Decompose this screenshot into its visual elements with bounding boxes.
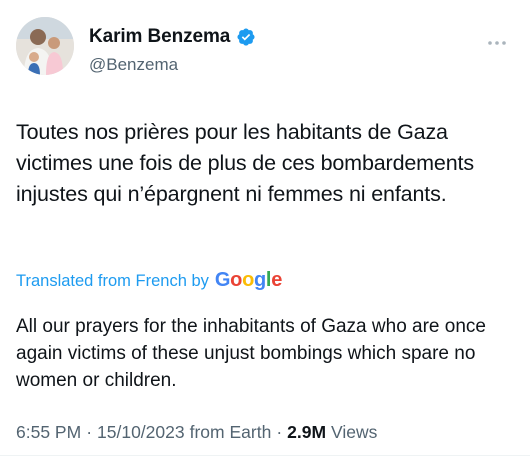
avatar[interactable] [16,17,74,75]
author-handle[interactable]: @Benzema [89,55,178,75]
divider [0,455,530,456]
verified-badge-icon [236,27,256,47]
author-name-row[interactable]: Karim Benzema [89,26,256,48]
separator: · [86,422,93,442]
author-display-name[interactable]: Karim Benzema [89,26,230,48]
translated-text: All our prayers for the inhabitants of G… [16,316,486,391]
tweet-date[interactable]: 15/10/2023 [97,422,185,443]
google-logo: Google [214,269,283,291]
tweet-card: Karim Benzema @Benzema Toutes nos prière… [0,0,530,458]
views-label: Views [331,422,378,442]
tweet-text: Toutes nos prières pour les habitants de… [16,120,474,206]
view-count[interactable]: 2.9M [287,422,326,443]
translation-attribution[interactable]: Translated from French by Google [16,269,282,292]
separator: · [276,422,283,442]
tweet-time[interactable]: 6:55 PM [16,422,81,443]
profile-photo-icon [16,17,74,75]
more-horizontal-icon[interactable] [486,34,508,45]
translated-from-label[interactable]: Translated from French by [16,272,209,291]
tweet-source: from Earth [189,422,272,442]
tweet-metadata: 6:55 PM · 15/10/2023 from Earth · 2.9M V… [16,422,377,443]
